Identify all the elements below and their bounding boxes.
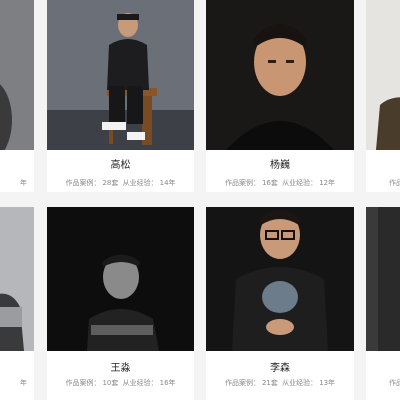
designer-photo[interactable] <box>366 0 400 150</box>
designer-card[interactable]: 李森 作品案例： 21套 从业经验： 13年 <box>206 207 354 400</box>
designer-meta: 作品案例： 28套 从业经验： 14年 <box>65 179 176 187</box>
designer-photo[interactable] <box>206 207 354 351</box>
designer-name[interactable]: 王淼 <box>47 359 194 374</box>
designer-meta: 年 <box>20 379 27 387</box>
designer-photo[interactable] <box>0 207 34 351</box>
designer-photo[interactable] <box>47 0 194 150</box>
designer-name[interactable]: 李森 <box>206 359 354 374</box>
designer-photo[interactable] <box>47 207 194 351</box>
designer-card[interactable]: 作品 <box>366 0 400 192</box>
designer-name[interactable]: 杨巍 <box>206 156 354 171</box>
designer-meta: 作品案例： 10套 从业经验： 16年 <box>65 379 176 387</box>
designer-card[interactable]: 作品 <box>366 207 400 400</box>
designer-meta: 作品案例： 21套 从业经验： 13年 <box>224 379 336 387</box>
designer-meta: 作品 <box>389 179 400 187</box>
designer-photo[interactable] <box>206 0 354 150</box>
designer-card[interactable]: 年 <box>0 207 34 400</box>
designer-photo[interactable] <box>366 207 400 351</box>
designer-name[interactable]: 高松 <box>47 156 194 171</box>
designer-meta: 作品 <box>389 379 400 387</box>
designer-photo[interactable] <box>0 0 34 150</box>
designer-card[interactable]: 王淼 作品案例： 10套 从业经验： 16年 <box>47 207 194 400</box>
designer-meta: 作品案例： 16套 从业经验： 12年 <box>224 179 336 187</box>
designer-grid: 年 高松 作品案例： 28套 从业经验： 14年 杨巍 作品案例： 16套 从业… <box>0 0 400 400</box>
designer-card[interactable]: 高松 作品案例： 28套 从业经验： 14年 <box>47 0 194 192</box>
designer-meta: 年 <box>20 179 27 187</box>
designer-card[interactable]: 杨巍 作品案例： 16套 从业经验： 12年 <box>206 0 354 192</box>
designer-card[interactable]: 年 <box>0 0 34 192</box>
